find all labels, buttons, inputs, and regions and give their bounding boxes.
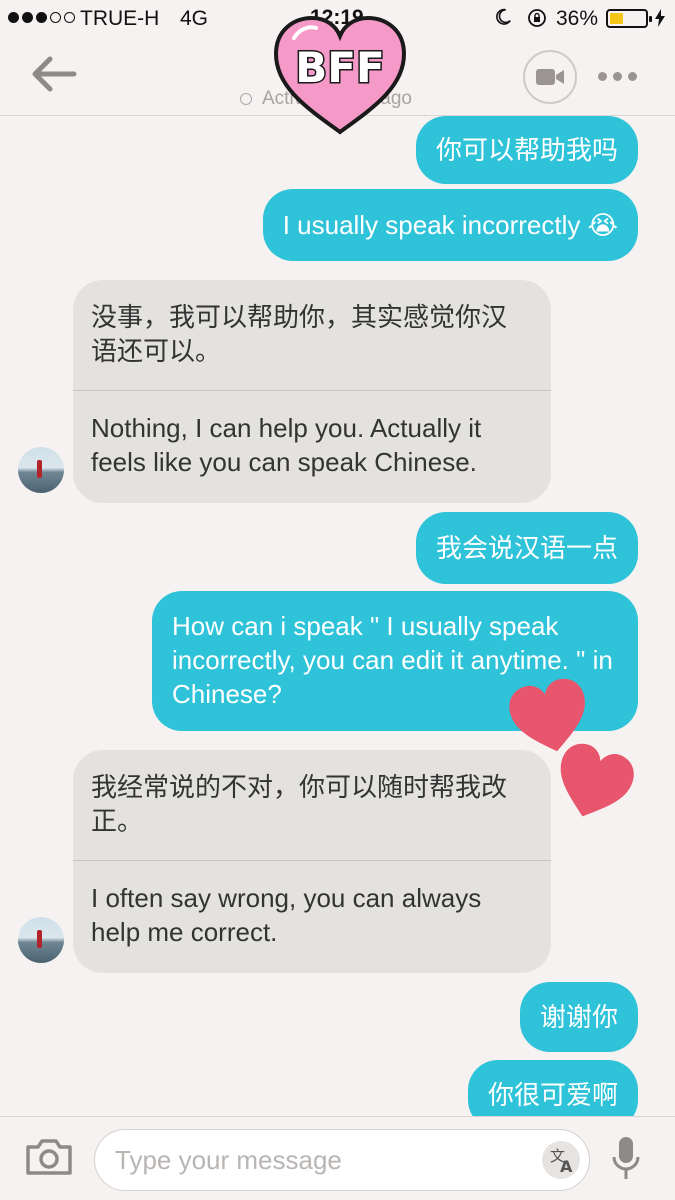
message-composer: 文A (0, 1116, 675, 1200)
more-dots-icon (598, 71, 607, 81)
svg-text:A: A (560, 1157, 573, 1176)
moon-icon (496, 8, 511, 25)
bff-sticker-text: BFF (295, 43, 384, 92)
network-type: 4G (180, 7, 209, 30)
incoming-message[interactable]: 没事，我可以帮助你，其实感觉你汉语还可以。 Nothing, I can hel… (73, 280, 551, 503)
microphone-icon[interactable] (612, 1135, 640, 1183)
message-original-text: 我经常说的不对，你可以随时帮我改正。 (73, 750, 551, 861)
message-original-text: 没事，我可以帮助你，其实感觉你汉语还可以。 (73, 280, 551, 391)
back-arrow-icon[interactable] (28, 54, 80, 94)
message-translation-text: I often say wrong, you can always help m… (91, 883, 482, 947)
heart-sticker-icon (560, 743, 634, 817)
battery-icon (606, 9, 652, 28)
charging-bolt-icon (655, 9, 665, 27)
outgoing-message[interactable]: 谢谢你 (519, 982, 638, 1052)
chat-header: Active 5 mins ago BFF (0, 15, 675, 135)
avatar[interactable] (18, 447, 64, 493)
message-translation-text: Nothing, I can help you. Actually it fee… (91, 413, 482, 477)
avatar[interactable] (18, 917, 64, 963)
video-call-button[interactable] (523, 50, 577, 104)
outgoing-message[interactable]: 我会说汉语一点 (415, 512, 638, 584)
outgoing-message[interactable]: I usually speak incorrectly 😭 (262, 189, 638, 261)
message-input-container: 文A (94, 1129, 590, 1191)
bff-heart-sticker: BFF (273, 15, 407, 135)
battery-percent: 36% (556, 7, 599, 30)
carrier-name: TRUE-H (80, 7, 160, 30)
video-camera-icon (536, 69, 564, 85)
translate-icon[interactable]: 文A (541, 1140, 581, 1180)
rotation-lock-icon (528, 9, 546, 27)
message-input[interactable] (115, 1140, 515, 1180)
camera-icon[interactable] (24, 1137, 74, 1177)
more-options-button[interactable] (598, 66, 638, 86)
signal-strength-icon (8, 12, 75, 23)
presence-dot-icon (240, 93, 252, 105)
incoming-message[interactable]: 我经常说的不对，你可以随时帮我改正。 I often say wrong, yo… (73, 750, 551, 973)
outgoing-message[interactable]: 你可以帮助我吗 (415, 116, 638, 184)
